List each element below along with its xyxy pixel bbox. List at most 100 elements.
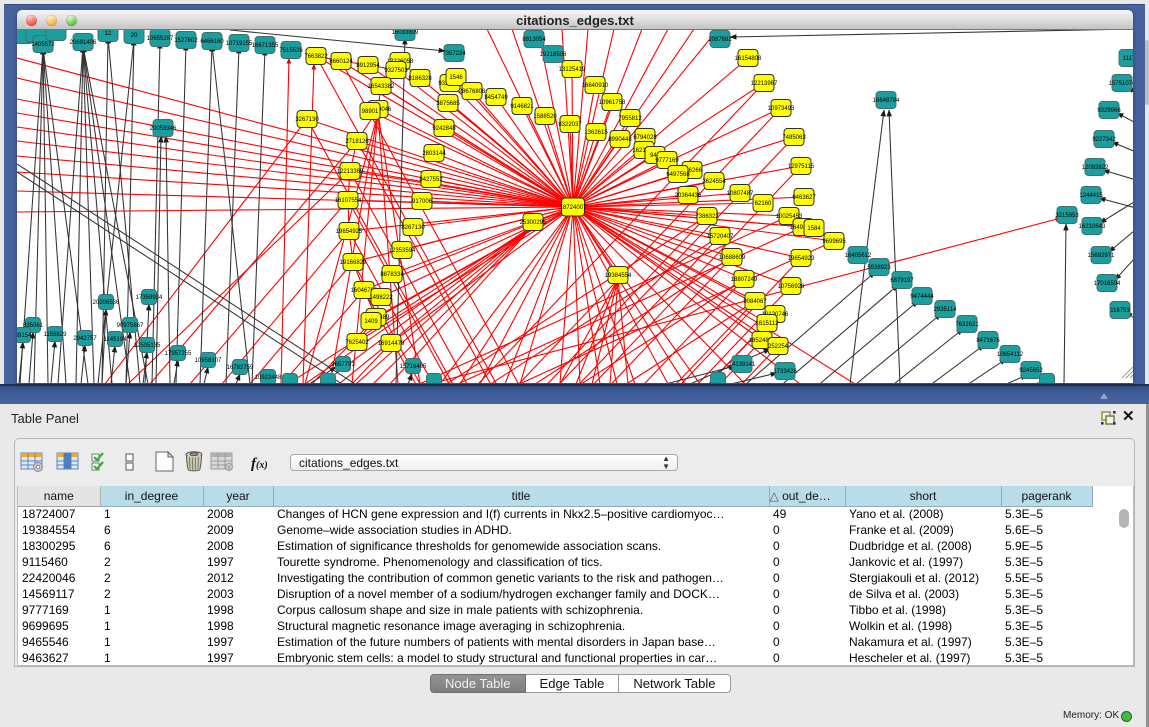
svg-text:9227342: 9227342 xyxy=(1092,137,1116,143)
svg-text:1527602: 1527602 xyxy=(174,38,198,44)
svg-text:90975867: 90975867 xyxy=(117,323,144,329)
svg-text:15720407: 15720407 xyxy=(707,234,734,240)
svg-text:10923448: 10923448 xyxy=(255,375,282,381)
svg-text:1244415: 1244415 xyxy=(1079,193,1103,199)
svg-text:9242848: 9242848 xyxy=(432,126,456,132)
svg-text:16648784: 16648784 xyxy=(873,98,900,104)
svg-text:20: 20 xyxy=(131,33,138,39)
svg-text:9463627: 9463627 xyxy=(792,195,816,201)
svg-text:10958107: 10958107 xyxy=(195,358,222,364)
svg-text:1362615: 1362615 xyxy=(584,130,608,136)
svg-text:17359934: 17359934 xyxy=(136,295,163,301)
svg-text:10973493: 10973493 xyxy=(768,106,795,112)
svg-text:18807249: 18807249 xyxy=(731,277,758,283)
svg-text:1733426: 1733426 xyxy=(773,369,797,375)
svg-text:19218506: 19218506 xyxy=(540,52,567,58)
svg-text:252254: 252254 xyxy=(768,344,789,350)
svg-text:9657791: 9657791 xyxy=(331,362,355,368)
svg-text:8990448: 8990448 xyxy=(608,137,632,143)
svg-text:8186328: 8186328 xyxy=(408,76,432,82)
svg-text:15692971: 15692971 xyxy=(1088,253,1115,259)
svg-text:16640910: 16640910 xyxy=(582,83,609,89)
svg-text:12213369: 12213369 xyxy=(337,169,364,175)
svg-text:8660124: 8660124 xyxy=(329,59,353,65)
svg-text:16782759: 16782759 xyxy=(227,365,254,371)
svg-text:8878334: 8878334 xyxy=(380,272,404,278)
svg-text:1615112: 1615112 xyxy=(756,321,780,327)
svg-text:8471676: 8471676 xyxy=(976,338,1000,344)
svg-text:7357224: 7357224 xyxy=(442,51,466,57)
svg-text:1588520: 1588520 xyxy=(533,114,557,120)
svg-text:20364436: 20364436 xyxy=(675,193,702,199)
svg-text:12353594: 12353594 xyxy=(389,248,416,254)
svg-text:10655287: 10655287 xyxy=(147,36,174,42)
svg-text:x: x xyxy=(227,465,231,472)
svg-text:9474444: 9474444 xyxy=(910,294,934,300)
svg-text:2087682: 2087682 xyxy=(708,37,732,43)
svg-text:7386322: 7386322 xyxy=(695,214,719,220)
svg-text:19654925: 19654925 xyxy=(336,229,363,235)
svg-text:3215953: 3215953 xyxy=(1055,213,1079,219)
svg-text:2935114: 2935114 xyxy=(934,307,958,313)
svg-text:10961758: 10961758 xyxy=(599,100,626,106)
svg-text:12505135: 12505135 xyxy=(134,343,161,349)
svg-text:9245652: 9245652 xyxy=(1019,368,1043,374)
svg-text:18724007: 18724007 xyxy=(560,205,587,211)
svg-text:19384554: 19384554 xyxy=(605,273,632,279)
svg-text:7955812: 7955812 xyxy=(618,116,642,122)
svg-text:10756928: 10756928 xyxy=(778,284,805,290)
svg-text:16405612: 16405612 xyxy=(845,253,872,259)
svg-text:1145194: 1145194 xyxy=(104,337,128,343)
svg-text:12975115: 12975115 xyxy=(788,164,815,170)
svg-text:12213967: 12213967 xyxy=(751,81,778,87)
svg-text:19166829: 19166829 xyxy=(340,260,367,266)
svg-text:16210643: 16210643 xyxy=(1079,224,1106,230)
svg-text:7515526: 7515526 xyxy=(279,48,303,54)
svg-text:2718126: 2718126 xyxy=(345,139,369,145)
svg-text:1156829: 1156829 xyxy=(44,332,68,338)
svg-text:16671355: 16671355 xyxy=(252,43,279,49)
svg-text:10807487: 10807487 xyxy=(727,191,754,197)
svg-text:8813054: 8813054 xyxy=(522,37,546,43)
svg-text:3624554: 3624554 xyxy=(702,179,726,185)
svg-text:16543382: 16543382 xyxy=(368,84,395,90)
svg-text:10654112: 10654112 xyxy=(997,352,1024,358)
svg-text:9329966: 9329966 xyxy=(1097,108,1121,114)
svg-text:3267130: 3267130 xyxy=(295,117,319,123)
svg-text:9146821: 9146821 xyxy=(510,104,534,110)
svg-text:6794028: 6794028 xyxy=(633,135,657,141)
svg-text:9777169: 9777169 xyxy=(655,158,679,164)
svg-text:1409: 1409 xyxy=(364,319,378,325)
svg-text:98901: 98901 xyxy=(362,109,379,115)
svg-text:6466160: 6466160 xyxy=(200,39,224,45)
svg-text:20206536: 20206536 xyxy=(93,300,120,306)
svg-text:19654923: 19654923 xyxy=(788,256,815,262)
svg-text:16914479: 16914479 xyxy=(378,341,405,347)
svg-text:6497568: 6497568 xyxy=(666,172,690,178)
svg-text:5938923: 5938923 xyxy=(867,265,891,271)
svg-text:8454749: 8454749 xyxy=(484,95,508,101)
svg-text:116753: 116753 xyxy=(1110,308,1130,314)
svg-text:39154: 39154 xyxy=(17,333,32,339)
svg-text:15751074: 15751074 xyxy=(1109,81,1133,87)
svg-text:17016504: 17016504 xyxy=(1094,281,1121,287)
svg-text:16033809: 16033809 xyxy=(392,30,419,36)
svg-text:3875685: 3875685 xyxy=(436,101,460,107)
svg-text:12: 12 xyxy=(105,31,112,37)
svg-text:7663822: 7663822 xyxy=(304,54,328,60)
svg-text:16154808: 16154808 xyxy=(735,56,762,62)
svg-text:10719155: 10719155 xyxy=(226,41,253,47)
svg-text:8267130: 8267130 xyxy=(401,225,425,231)
svg-text:8427552: 8427552 xyxy=(419,177,443,183)
svg-text:1498222: 1498222 xyxy=(369,295,393,301)
svg-text:13125419: 13125419 xyxy=(559,67,586,73)
svg-text:10688609: 10688609 xyxy=(719,255,746,261)
svg-text:17957255: 17957255 xyxy=(165,351,192,357)
svg-text:7625402: 7625402 xyxy=(345,340,369,346)
svg-text:9084067: 9084067 xyxy=(743,299,767,305)
svg-text:6879197: 6879197 xyxy=(890,278,914,284)
svg-text:20053346: 20053346 xyxy=(150,126,177,132)
svg-text:14139141: 14139141 xyxy=(729,362,756,368)
svg-text:9327503: 9327503 xyxy=(384,68,408,74)
svg-text:7632621: 7632621 xyxy=(955,322,979,328)
